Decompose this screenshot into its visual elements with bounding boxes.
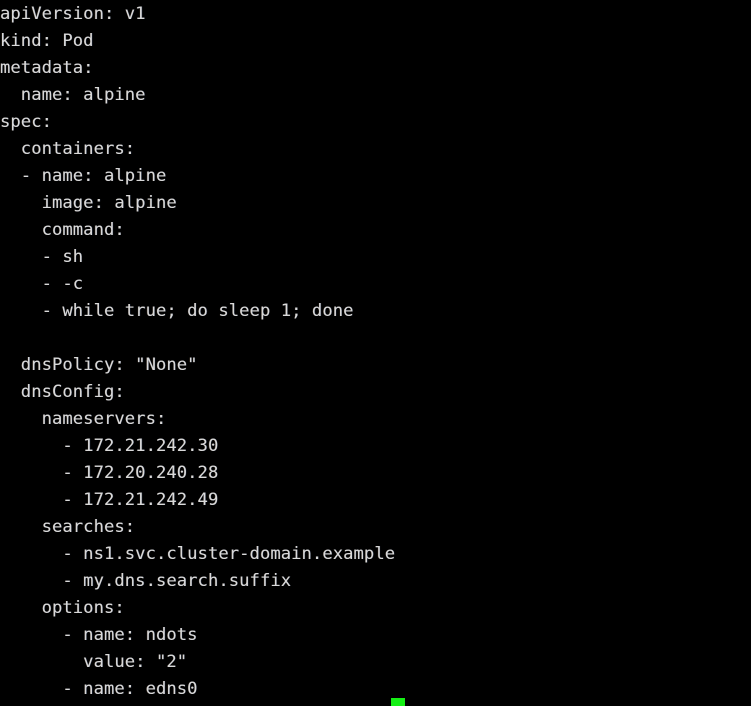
terminal-line: dnsPolicy: "None" [0,355,198,375]
terminal-line: image: alpine [0,193,177,213]
terminal-line: - name: edns0 [0,679,198,699]
terminal-line: options: [0,598,125,618]
terminal-line: dnsConfig: [0,382,125,402]
terminal-line: - 172.21.242.49 [0,490,219,510]
terminal-block-cursor [391,698,405,706]
terminal-line: - sh [0,247,84,267]
terminal-line: - name: alpine [0,166,167,186]
terminal-line: - 172.21.242.30 [0,436,219,456]
terminal-line: - ns1.svc.cluster-domain.example [0,544,396,564]
terminal-line: - my.dns.search.suffix [0,571,292,591]
terminal-line: - -c [0,274,84,294]
terminal-line: containers: [0,139,136,159]
terminal-line: nameservers: [0,409,167,429]
terminal-line: - name: ndots [0,625,198,645]
terminal-text-buffer: apiVersion: v1 kind: Pod metadata: name: a… [0,1,751,703]
terminal-line: - 172.20.240.28 [0,463,219,483]
terminal-line: searches: [0,517,136,537]
terminal-line: - while true; do sleep 1; done [0,301,354,321]
terminal-line: value: "2" [0,652,188,672]
terminal-line: apiVersion: v1 [0,4,146,24]
terminal-window[interactable]: apiVersion: v1 kind: Pod metadata: name: a… [0,0,751,706]
terminal-line: name: alpine [0,85,146,105]
terminal-line: metadata: [0,58,94,78]
terminal-line: command: [0,220,125,240]
terminal-line: spec: [0,112,52,132]
terminal-line: kind: Pod [0,31,94,51]
